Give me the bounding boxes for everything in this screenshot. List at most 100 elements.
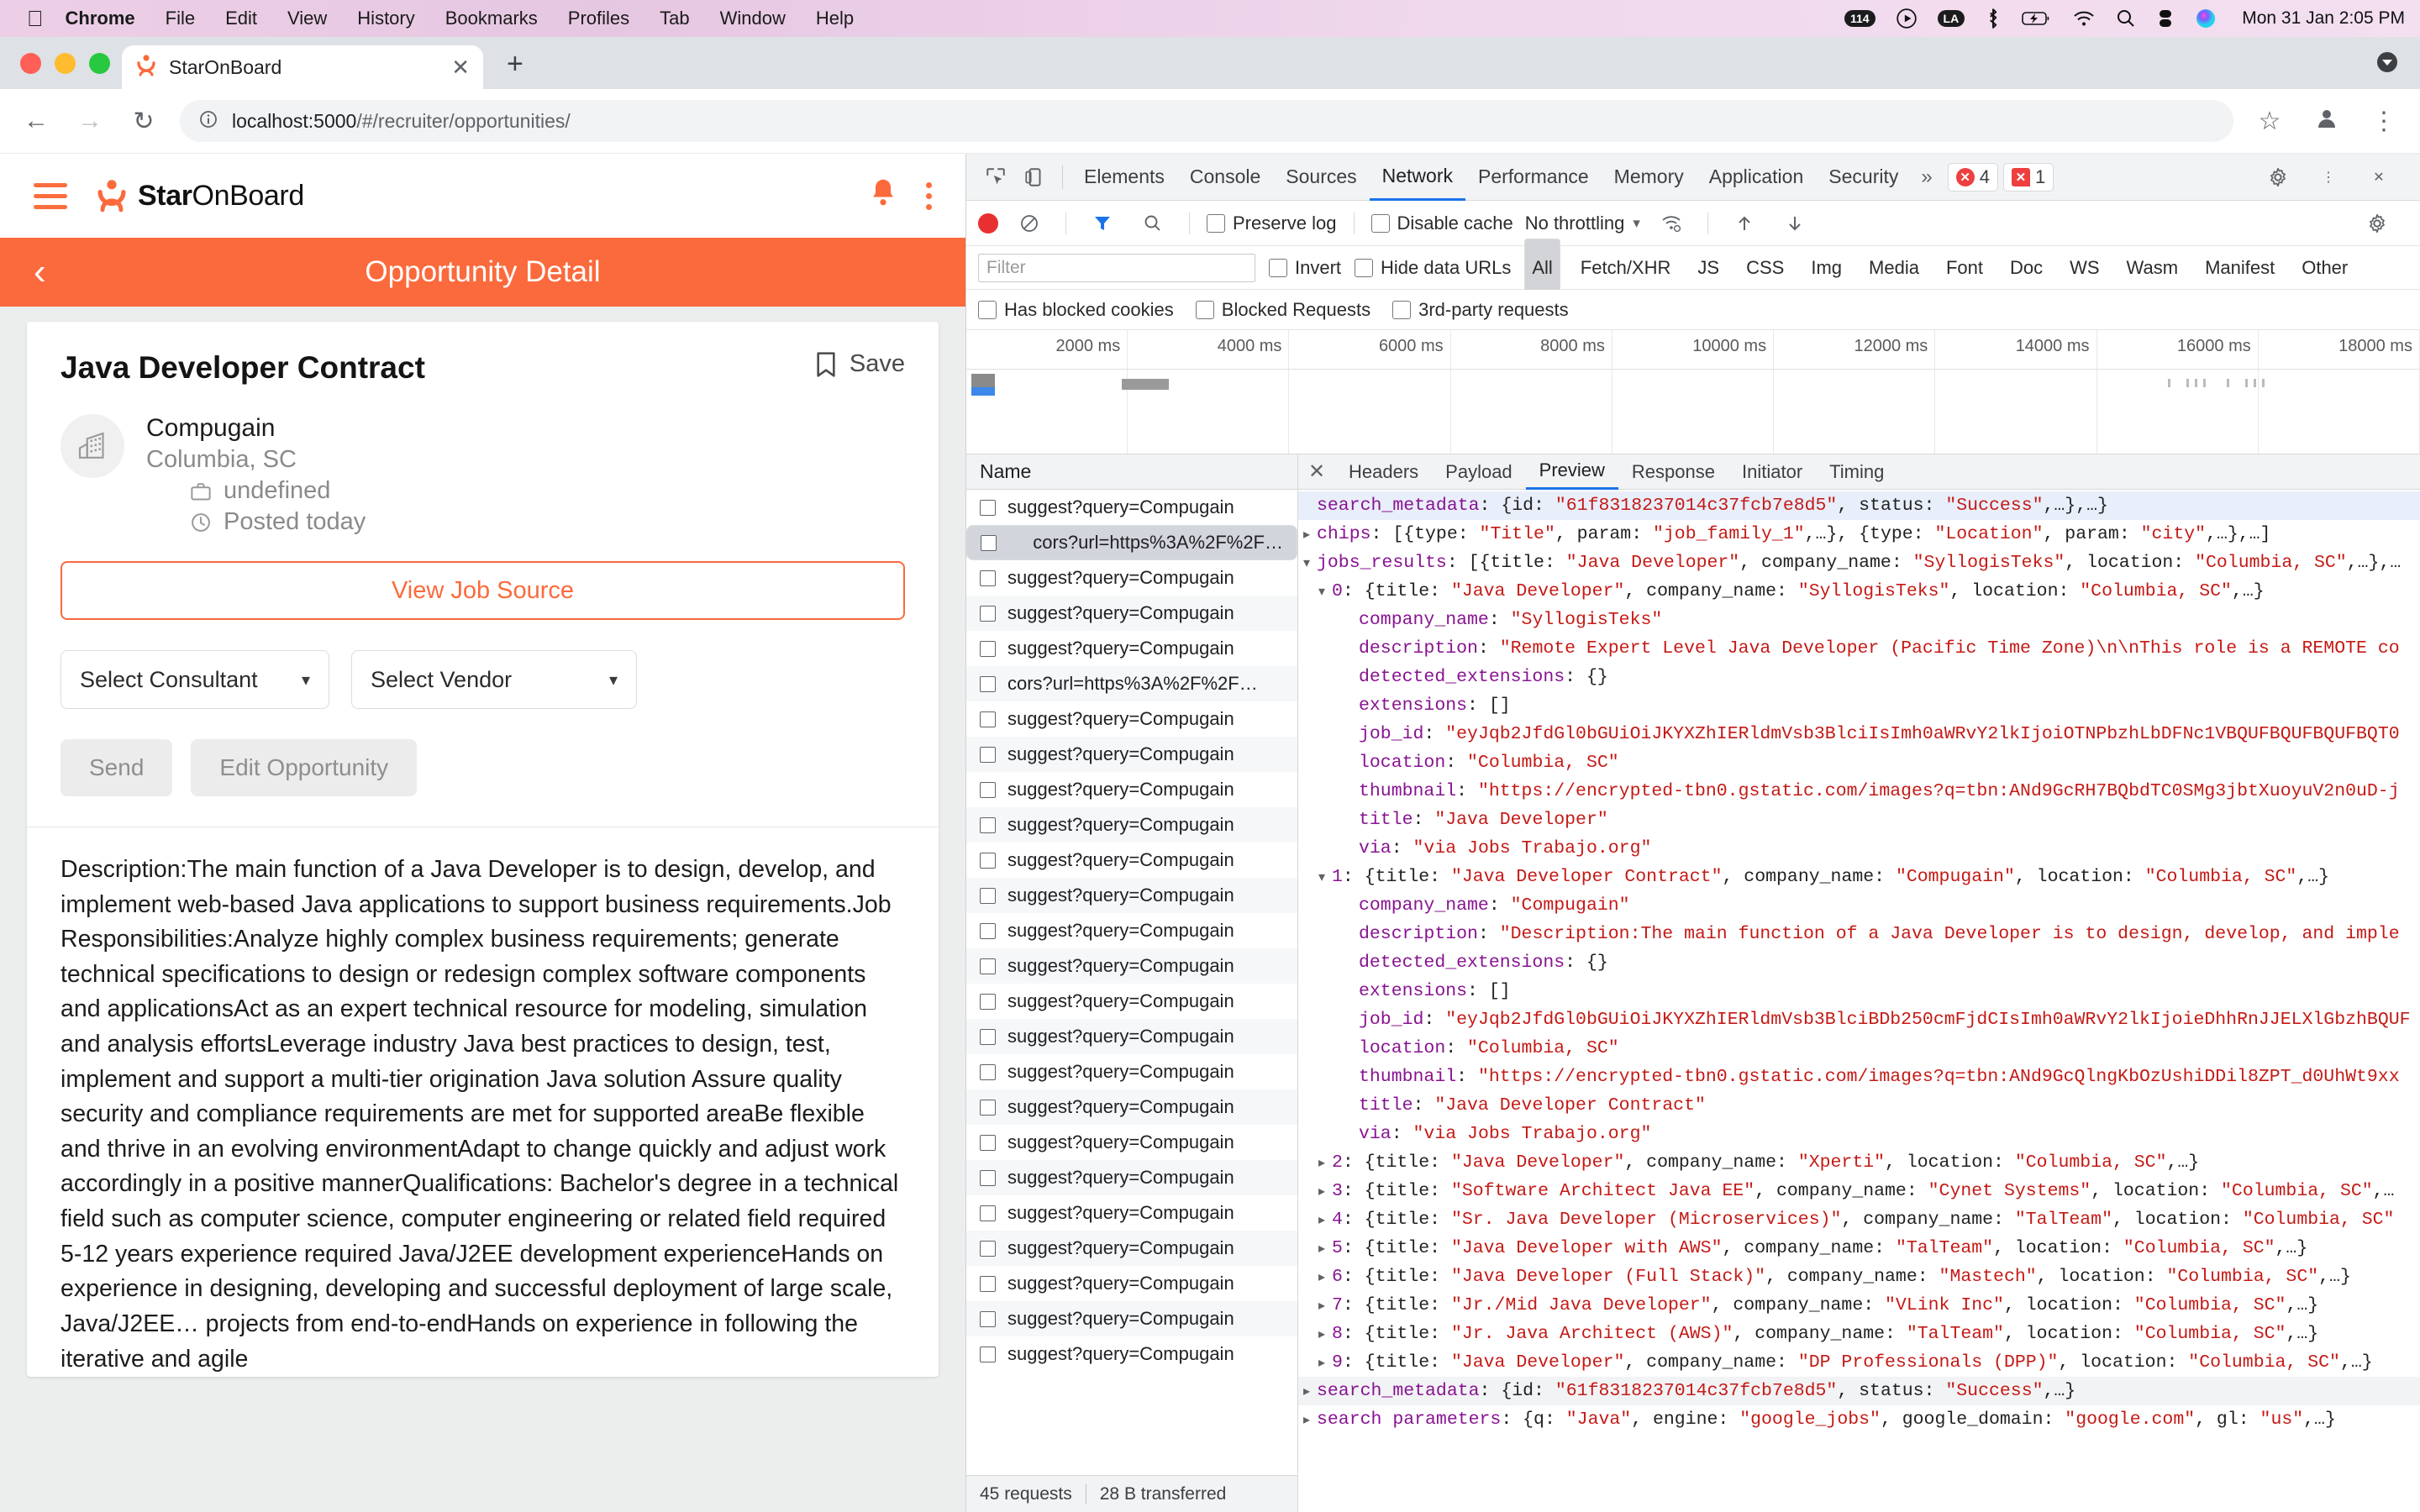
request-checkbox[interactable] xyxy=(980,605,996,622)
preview-line[interactable]: job_id: "eyJqb2JfdGl0bGUiOiJKYXZhIERldmV… xyxy=(1298,720,2420,748)
control-center-icon[interactable] xyxy=(2156,8,2175,29)
preview-line[interactable]: extensions: [] xyxy=(1298,977,2420,1005)
request-row[interactable]: suggest?query=Compugain xyxy=(966,1231,1297,1266)
preview-line[interactable]: ▸ 4: {title: "Sr. Java Developer (Microse… xyxy=(1298,1205,2420,1234)
battery-icon[interactable] xyxy=(2022,9,2052,28)
request-row[interactable]: suggest?query=Compugain xyxy=(966,560,1297,596)
consultant-select[interactable]: Select Consultant ▾ xyxy=(60,650,329,709)
expand-collapse-icon[interactable]: ▾ xyxy=(1318,868,1332,889)
clear-network-icon[interactable] xyxy=(1010,204,1049,243)
request-row[interactable]: suggest?query=Compugain xyxy=(966,1301,1297,1336)
network-conditions-icon[interactable] xyxy=(1652,204,1691,243)
preview-line[interactable]: via: "via Jobs Trabajo.org" xyxy=(1298,834,2420,863)
request-checkbox[interactable] xyxy=(980,711,996,727)
preview-line[interactable]: search_metadata: {id: "61f8318237014c37f… xyxy=(1298,491,2420,520)
preview-line[interactable]: extensions: [] xyxy=(1298,691,2420,720)
expand-collapse-icon[interactable]: ▸ xyxy=(1318,1210,1332,1231)
bookmark-star-icon[interactable]: ☆ xyxy=(2252,107,2287,136)
request-row[interactable]: suggest?query=Compugain xyxy=(966,878,1297,913)
request-row[interactable]: suggest?query=Compugain xyxy=(966,1125,1297,1160)
tab-sources[interactable]: Sources xyxy=(1273,154,1369,201)
menubar-item-view[interactable]: View xyxy=(287,8,327,29)
preview-line[interactable]: ▾ 0: {title: "Java Developer", company_na… xyxy=(1298,577,2420,606)
request-row[interactable]: suggest?query=Compugain xyxy=(966,737,1297,772)
preview-line[interactable]: detected_extensions: {} xyxy=(1298,663,2420,691)
preview-line[interactable]: location: "Columbia, SC" xyxy=(1298,1034,2420,1063)
menubar-item-file[interactable]: File xyxy=(166,8,195,29)
preview-line[interactable]: location: "Columbia, SC" xyxy=(1298,748,2420,777)
disable-cache-checkbox[interactable]: Disable cache xyxy=(1370,213,1513,234)
request-row[interactable]: suggest?query=Compugain xyxy=(966,984,1297,1019)
filter-input[interactable]: Filter xyxy=(978,253,1255,282)
request-checkbox[interactable] xyxy=(980,1346,996,1362)
tab-performance[interactable]: Performance xyxy=(1465,154,1602,201)
request-row[interactable]: suggest?query=Compugain xyxy=(966,1089,1297,1125)
third-party-requests-checkbox[interactable]: 3rd-party requests xyxy=(1392,299,1569,321)
record-network-button[interactable] xyxy=(978,213,998,234)
request-checkbox[interactable] xyxy=(980,1028,996,1045)
request-row[interactable]: suggest?query=Compugain xyxy=(966,1266,1297,1301)
request-row[interactable]: suggest?query=Compugain xyxy=(966,1019,1297,1054)
menubar-item-tab[interactable]: Tab xyxy=(660,8,689,29)
address-bar[interactable]: localhost:5000/#/recruiter/opportunities… xyxy=(180,100,2233,142)
preview-line[interactable]: ▸ 9: {title: "Java Developer", company_na… xyxy=(1298,1348,2420,1377)
apple-menu-icon[interactable]:  xyxy=(27,8,44,29)
browser-tab[interactable]: StarOnBoard ✕ xyxy=(122,45,483,89)
view-job-source-button[interactable]: View Job Source xyxy=(60,561,905,620)
request-row[interactable]: cors?url=https%3A%2F%2F… xyxy=(966,666,1297,701)
detail-tab-payload[interactable]: Payload xyxy=(1432,454,1526,490)
tab-network[interactable]: Network xyxy=(1369,154,1465,201)
request-checkbox[interactable] xyxy=(980,640,996,657)
media-play-icon[interactable] xyxy=(1896,8,1918,29)
preview-line[interactable]: job_id: "eyJqb2JfdGl0bGUiOiJKYXZhIERldmV… xyxy=(1298,1005,2420,1034)
preview-line[interactable]: ▸ 3: {title: "Software Architect Java EE"… xyxy=(1298,1177,2420,1205)
tab-elements[interactable]: Elements xyxy=(1071,154,1177,201)
settings-gear-icon[interactable] xyxy=(2259,158,2297,197)
menubar-item-history[interactable]: History xyxy=(357,8,414,29)
app-overflow-menu-icon[interactable] xyxy=(926,181,932,210)
request-checkbox[interactable] xyxy=(980,1063,996,1080)
send-button[interactable]: Send xyxy=(60,739,173,796)
preview-line[interactable]: description: "Description:The main funct… xyxy=(1298,920,2420,948)
expand-collapse-icon[interactable]: ▸ xyxy=(1303,1410,1317,1431)
preview-line[interactable]: ▸ chips: [{type: "Title", param: "job_fam… xyxy=(1298,520,2420,549)
preview-line[interactable]: ▾ jobs_results: [{title: "Java Developer"… xyxy=(1298,549,2420,577)
preview-line[interactable]: ▸ 2: {title: "Java Developer", company_na… xyxy=(1298,1148,2420,1177)
preview-line[interactable]: detected_extensions: {} xyxy=(1298,948,2420,977)
detail-tab-headers[interactable]: Headers xyxy=(1335,454,1432,490)
filter-type-font[interactable]: Font xyxy=(1939,255,1990,281)
expand-collapse-icon[interactable]: ▸ xyxy=(1318,1296,1332,1317)
network-settings-gear-icon[interactable] xyxy=(2358,204,2396,243)
siri-icon[interactable] xyxy=(2195,8,2217,29)
filter-type-all[interactable]: All xyxy=(1524,238,1560,297)
filter-type-wasm[interactable]: Wasm xyxy=(2120,255,2186,281)
request-checkbox[interactable] xyxy=(981,534,997,551)
edit-opportunity-button[interactable]: Edit Opportunity xyxy=(191,739,418,796)
menu-hamburger-icon[interactable] xyxy=(34,182,67,209)
request-row[interactable]: suggest?query=Compugain xyxy=(966,701,1297,737)
expand-collapse-icon[interactable]: ▸ xyxy=(1318,1268,1332,1289)
request-row[interactable]: suggest?query=Compugain xyxy=(966,772,1297,807)
request-checkbox[interactable] xyxy=(980,781,996,798)
expand-collapse-icon[interactable]: ▸ xyxy=(1318,1153,1332,1174)
preview-line[interactable]: ▸ 5: {title: "Java Developer with AWS", c… xyxy=(1298,1234,2420,1263)
request-checkbox[interactable] xyxy=(980,675,996,692)
preserve-log-checkbox[interactable]: Preserve log xyxy=(1207,213,1337,234)
warning-count-badge[interactable]: ✕ 1 xyxy=(2002,162,2054,192)
expand-collapse-icon[interactable]: ▸ xyxy=(1303,525,1317,546)
request-checkbox[interactable] xyxy=(980,1134,996,1151)
expand-collapse-icon[interactable]: ▸ xyxy=(1318,1182,1332,1203)
invert-checkbox[interactable]: Invert xyxy=(1269,257,1341,279)
request-checkbox[interactable] xyxy=(980,993,996,1010)
tab-security[interactable]: Security xyxy=(1816,154,1911,201)
vendor-select[interactable]: Select Vendor ▾ xyxy=(351,650,637,709)
tab-console[interactable]: Console xyxy=(1177,154,1273,201)
preview-line[interactable]: company_name: "SyllogisTeks" xyxy=(1298,606,2420,634)
detail-tab-response[interactable]: Response xyxy=(1618,454,1728,490)
filter-type-fetch-xhr[interactable]: Fetch/XHR xyxy=(1574,255,1678,281)
request-checkbox[interactable] xyxy=(980,816,996,833)
preview-line[interactable]: thumbnail: "https://encrypted-tbn0.gstat… xyxy=(1298,1063,2420,1091)
request-checkbox[interactable] xyxy=(980,887,996,904)
filter-funnel-icon[interactable] xyxy=(1083,204,1122,243)
detail-tab-initiator[interactable]: Initiator xyxy=(1728,454,1816,490)
